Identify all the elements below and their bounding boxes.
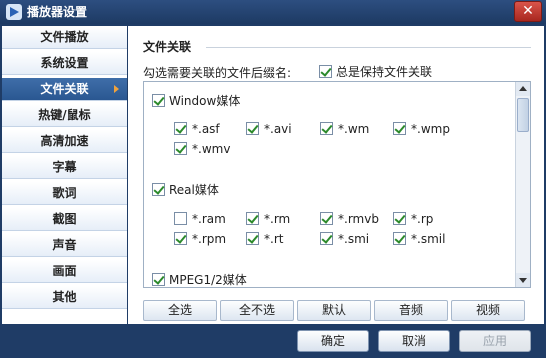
close-button[interactable]: ✕ bbox=[514, 1, 542, 22]
sidebar-item-label: 声音 bbox=[52, 238, 77, 252]
group-label: Window媒体 bbox=[169, 94, 241, 108]
checkbox-icon bbox=[152, 183, 165, 196]
ext-label: *.wm bbox=[338, 121, 370, 136]
cancel-button[interactable]: 取消 bbox=[378, 330, 450, 352]
sidebar-item-sound[interactable]: 声音 bbox=[2, 234, 127, 257]
checkbox-icon bbox=[246, 232, 259, 245]
checkbox-icon bbox=[393, 122, 406, 135]
ext-label: *.rmvb bbox=[338, 211, 379, 226]
video-button[interactable]: 视频 bbox=[451, 300, 525, 321]
ext-label: *.smi bbox=[338, 231, 370, 246]
ext-rp-checkbox[interactable]: *.rp bbox=[393, 211, 433, 226]
ext-avi-checkbox[interactable]: *.avi bbox=[246, 121, 292, 136]
sidebar-item-label: 文件关联 bbox=[40, 82, 89, 96]
ext-wmv-checkbox[interactable]: *.wmv bbox=[174, 141, 230, 156]
ext-label: *.smil bbox=[411, 231, 446, 246]
sidebar-item-system-settings[interactable]: 系统设置 bbox=[2, 52, 127, 75]
group-mpeg-media-checkbox[interactable]: MPEG1/2媒体 bbox=[152, 271, 247, 287]
ext-label: *.avi bbox=[264, 121, 292, 136]
ext-label: *.rpm bbox=[192, 231, 227, 246]
sidebar-item-screenshot[interactable]: 截图 bbox=[2, 208, 127, 231]
settings-sidebar: 文件播放 系统设置 文件关联 热键/鼠标 高清加速 字幕 歌词 截图 声音 画面… bbox=[2, 26, 127, 324]
ext-ram-checkbox[interactable]: *.ram bbox=[174, 211, 226, 226]
group-real-media-checkbox[interactable]: Real媒体 bbox=[152, 181, 219, 198]
list-scrollbar[interactable] bbox=[515, 82, 530, 287]
title-bar[interactable]: 播放器设置 ✕ bbox=[0, 0, 546, 24]
sidebar-item-picture[interactable]: 画面 bbox=[2, 260, 127, 283]
chevron-right-icon bbox=[114, 85, 119, 93]
checkbox-icon bbox=[393, 232, 406, 245]
checkbox-icon bbox=[246, 212, 259, 225]
checkbox-icon bbox=[320, 232, 333, 245]
sidebar-item-other[interactable]: 其他 bbox=[2, 286, 127, 309]
ext-label: *.ram bbox=[192, 211, 226, 226]
scroll-thumb[interactable] bbox=[517, 98, 529, 132]
sidebar-item-label: 歌词 bbox=[52, 186, 77, 200]
group-window-media-checkbox[interactable]: Window媒体 bbox=[152, 92, 240, 109]
checkbox-icon bbox=[152, 273, 165, 286]
ext-label: *.rt bbox=[264, 231, 284, 246]
checkbox-icon bbox=[246, 122, 259, 135]
sidebar-item-label: 字幕 bbox=[52, 160, 77, 174]
select-all-button[interactable]: 全选 bbox=[143, 300, 217, 321]
settings-panel: 文件关联 勾选需要关联的文件后缀名: 总是保持文件关联 Window媒体 *.a… bbox=[128, 26, 544, 324]
dialog-footer: 确定 取消 应用 bbox=[0, 324, 546, 358]
extension-list[interactable]: Window媒体 *.asf *.avi *.wm *.wmp *.wmv Re… bbox=[143, 81, 531, 288]
sidebar-item-label: 画面 bbox=[52, 264, 77, 278]
checkbox-icon bbox=[393, 212, 406, 225]
sidebar-item-file-playback[interactable]: 文件播放 bbox=[2, 26, 127, 49]
checkbox-icon bbox=[174, 142, 187, 155]
ext-rpm-checkbox[interactable]: *.rpm bbox=[174, 231, 226, 246]
default-button[interactable]: 默认 bbox=[297, 300, 371, 321]
scroll-down-arrow-icon[interactable] bbox=[516, 273, 530, 287]
sidebar-item-lyrics[interactable]: 歌词 bbox=[2, 182, 127, 205]
ext-label: *.wmp bbox=[411, 121, 450, 136]
apply-button[interactable]: 应用 bbox=[459, 330, 531, 352]
settings-window: 播放器设置 ✕ 文件播放 系统设置 文件关联 热键/鼠标 高清加速 字幕 歌词 … bbox=[0, 0, 546, 358]
window-title: 播放器设置 bbox=[27, 5, 88, 19]
sidebar-item-label: 截图 bbox=[52, 212, 77, 226]
checkbox-icon bbox=[174, 212, 187, 225]
checkbox-icon bbox=[320, 122, 333, 135]
sidebar-item-label: 系统设置 bbox=[40, 56, 89, 70]
ext-smi-checkbox[interactable]: *.smi bbox=[320, 231, 369, 246]
keep-association-label: 总是保持文件关联 bbox=[336, 65, 433, 79]
sidebar-item-hd-acceleration[interactable]: 高清加速 bbox=[2, 130, 127, 153]
group-label: Real媒体 bbox=[169, 183, 219, 197]
ext-smil-checkbox[interactable]: *.smil bbox=[393, 231, 445, 246]
select-none-button[interactable]: 全不选 bbox=[220, 300, 294, 321]
ext-asf-checkbox[interactable]: *.asf bbox=[174, 121, 220, 136]
sidebar-item-subtitles[interactable]: 字幕 bbox=[2, 156, 127, 179]
ext-label: *.rm bbox=[264, 211, 291, 226]
keep-association-checkbox[interactable]: 总是保持文件关联 bbox=[319, 63, 432, 80]
sidebar-item-label: 文件播放 bbox=[40, 30, 89, 44]
section-divider bbox=[206, 47, 531, 48]
association-hint: 勾选需要关联的文件后缀名: bbox=[143, 66, 292, 80]
checkbox-icon bbox=[319, 65, 332, 78]
checkbox-icon bbox=[320, 212, 333, 225]
ext-wmp-checkbox[interactable]: *.wmp bbox=[393, 121, 450, 136]
ext-wm-checkbox[interactable]: *.wm bbox=[320, 121, 369, 136]
checkbox-icon bbox=[174, 232, 187, 245]
sidebar-item-label: 热键/鼠标 bbox=[38, 108, 91, 122]
ext-rt-checkbox[interactable]: *.rt bbox=[246, 231, 283, 246]
sidebar-item-label: 其他 bbox=[52, 290, 77, 304]
sidebar-item-hotkey-mouse[interactable]: 热键/鼠标 bbox=[2, 104, 127, 127]
scroll-up-arrow-icon[interactable] bbox=[516, 82, 530, 96]
checkbox-icon bbox=[152, 94, 165, 107]
player-app-icon bbox=[6, 4, 22, 20]
sidebar-item-file-association[interactable]: 文件关联 bbox=[2, 78, 127, 101]
ext-label: *.asf bbox=[192, 121, 220, 136]
ext-label: *.wmv bbox=[192, 141, 231, 156]
ext-rmvb-checkbox[interactable]: *.rmvb bbox=[320, 211, 379, 226]
audio-button[interactable]: 音频 bbox=[374, 300, 448, 321]
ok-button[interactable]: 确定 bbox=[297, 330, 369, 352]
checkbox-icon bbox=[174, 122, 187, 135]
sidebar-item-label: 高清加速 bbox=[40, 134, 89, 148]
ext-rm-checkbox[interactable]: *.rm bbox=[246, 211, 290, 226]
ext-label: *.rp bbox=[411, 211, 434, 226]
section-title: 文件关联 bbox=[143, 40, 192, 54]
group-label: MPEG1/2媒体 bbox=[169, 273, 247, 287]
